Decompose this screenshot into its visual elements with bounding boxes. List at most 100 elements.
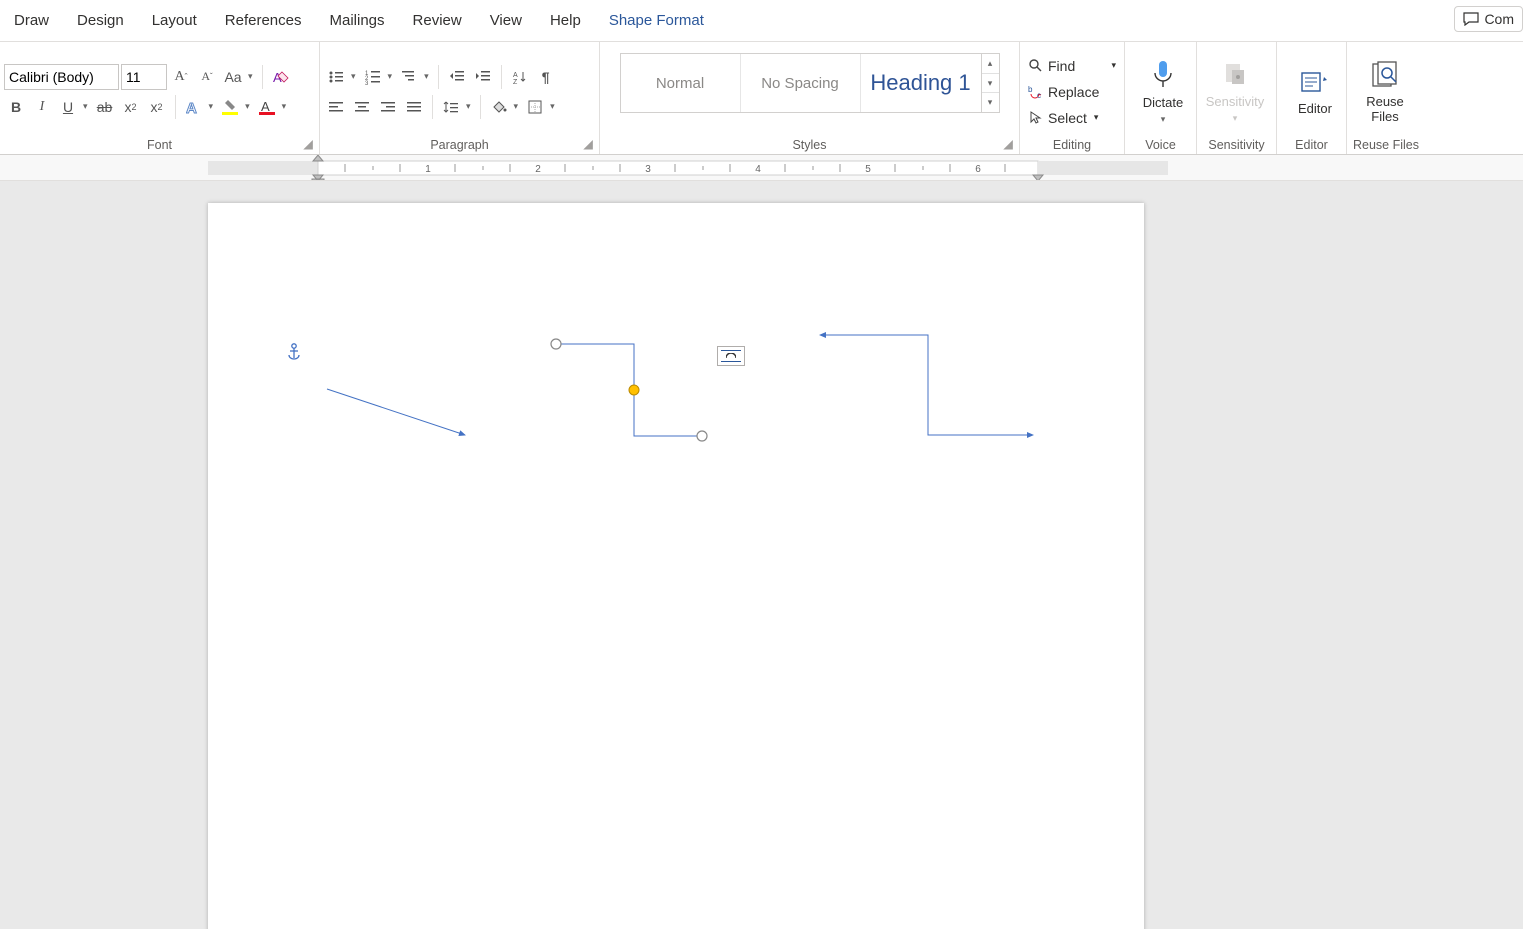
anchor-icon (286, 343, 302, 361)
style-normal[interactable]: Normal (621, 54, 741, 112)
svg-text:1: 1 (425, 164, 431, 175)
align-left-icon (328, 99, 344, 115)
shrink-font-button[interactable]: Aˇ (195, 64, 219, 90)
underline-button[interactable]: U▾ (56, 94, 91, 120)
highlight-button[interactable]: ▾ (218, 94, 253, 120)
clear-formatting-button[interactable]: A (269, 64, 293, 90)
numbering-icon: 123 (365, 69, 381, 85)
dictate-button[interactable]: Dictate ▾ (1129, 47, 1197, 136)
font-color-button[interactable]: A▾ (255, 94, 290, 120)
style-no-spacing[interactable]: No Spacing (741, 54, 861, 112)
horizontal-ruler[interactable]: 1 2 3 4 5 6 (208, 155, 1168, 181)
text-effects-icon: A (186, 99, 202, 115)
replace-button[interactable]: bc Replace (1024, 80, 1120, 104)
align-center-icon (354, 99, 370, 115)
comments-label: Com (1484, 11, 1514, 27)
select-button[interactable]: Select▾ (1024, 106, 1120, 130)
sort-button[interactable]: AZ (508, 64, 532, 90)
ribbon: Aˆ Aˇ Aa▾ A B I U▾ ab x2 x2 A▾ ▾ A▾ (0, 42, 1523, 155)
styles-gallery: Normal No Spacing Heading 1 (620, 53, 982, 113)
find-button[interactable]: Find▾ (1024, 54, 1120, 78)
styles-scroll-up[interactable]: ▴ (982, 54, 999, 74)
sensitivity-icon (1220, 60, 1250, 90)
reuse-icon (1369, 60, 1401, 90)
handle-adjust[interactable] (629, 385, 639, 395)
styles-launcher[interactable]: ◢ (1001, 136, 1015, 150)
tab-draw[interactable]: Draw (0, 8, 63, 33)
document-area[interactable] (0, 181, 1523, 929)
paragraph-launcher[interactable]: ◢ (581, 136, 595, 150)
grow-font-button[interactable]: Aˆ (169, 64, 193, 90)
shape-elbow-connector-selected[interactable] (544, 336, 714, 446)
comments-button[interactable]: Com (1454, 6, 1523, 32)
line-spacing-button[interactable]: ▾ (439, 94, 474, 120)
shape-straight-arrow[interactable] (323, 385, 473, 445)
svg-text:3: 3 (645, 164, 651, 175)
multilevel-button[interactable]: ▾ (397, 64, 432, 90)
justify-icon (406, 99, 422, 115)
microphone-icon (1150, 59, 1176, 91)
italic-button[interactable]: I (30, 94, 54, 120)
svg-text:4: 4 (755, 164, 761, 175)
group-editing: Find▾ bc Replace Select▾ Editing (1020, 42, 1125, 154)
group-styles: Normal No Spacing Heading 1 ▴ ▾ ▾ Styles… (600, 42, 1020, 154)
menu-tabs-bar: Draw Design Layout References Mailings R… (0, 0, 1523, 42)
multilevel-icon (401, 69, 417, 85)
font-size-combo[interactable] (121, 64, 167, 90)
page-1[interactable] (208, 203, 1144, 929)
font-name-combo[interactable] (4, 64, 119, 90)
group-font: Aˆ Aˇ Aa▾ A B I U▾ ab x2 x2 A▾ ▾ A▾ (0, 42, 320, 154)
group-voice: Dictate ▾ Voice (1125, 42, 1197, 154)
superscript-button[interactable]: x2 (145, 94, 169, 120)
justify-button[interactable] (402, 94, 426, 120)
font-launcher[interactable]: ◢ (301, 136, 315, 150)
svg-text:b: b (1028, 85, 1033, 94)
cursor-icon (1028, 110, 1043, 125)
strikethrough-button[interactable]: ab (93, 94, 117, 120)
svg-text:6: 6 (975, 164, 981, 175)
handle-end[interactable] (697, 431, 707, 441)
increase-indent-button[interactable] (471, 64, 495, 90)
bullets-button[interactable]: ▾ (324, 64, 359, 90)
reuse-files-button[interactable]: Reuse Files (1351, 47, 1419, 136)
indent-icon (475, 69, 491, 85)
group-reuse: Reuse Files Reuse Files (1347, 42, 1425, 154)
numbering-button[interactable]: 123▾ (361, 64, 396, 90)
text-effects-button[interactable]: A▾ (182, 94, 217, 120)
reuse-group-label: Reuse Files (1353, 138, 1419, 152)
styles-scroll-down[interactable]: ▾ (982, 74, 999, 94)
highlighter-icon (221, 98, 239, 116)
editor-button[interactable]: Editor (1281, 47, 1349, 136)
borders-button[interactable]: ▾ (523, 94, 558, 120)
tab-mailings[interactable]: Mailings (315, 8, 398, 33)
layout-options-button[interactable] (717, 346, 745, 366)
show-marks-button[interactable]: ¶ (534, 64, 558, 90)
tab-layout[interactable]: Layout (138, 8, 211, 33)
ruler-bar: 1 2 3 4 5 6 (0, 155, 1523, 181)
tab-references[interactable]: References (211, 8, 316, 33)
style-heading-1[interactable]: Heading 1 (861, 54, 981, 112)
align-center-button[interactable] (350, 94, 374, 120)
decrease-indent-button[interactable] (445, 64, 469, 90)
line-spacing-icon (443, 99, 459, 115)
align-right-button[interactable] (376, 94, 400, 120)
styles-expand[interactable]: ▾ (982, 93, 999, 112)
tab-help[interactable]: Help (536, 8, 595, 33)
tab-design[interactable]: Design (63, 8, 138, 33)
subscript-button[interactable]: x2 (119, 94, 143, 120)
bold-button[interactable]: B (4, 94, 28, 120)
svg-text:Z: Z (513, 79, 518, 85)
shading-button[interactable]: ▾ (487, 94, 522, 120)
change-case-button[interactable]: Aa▾ (221, 64, 256, 90)
tab-shape-format[interactable]: Shape Format (595, 8, 718, 33)
tab-view[interactable]: View (476, 8, 536, 33)
align-left-button[interactable] (324, 94, 348, 120)
font-group-label: Font (147, 138, 172, 152)
tab-review[interactable]: Review (399, 8, 476, 33)
shape-elbow-double-arrow[interactable] (808, 327, 1048, 447)
svg-text:2: 2 (535, 164, 541, 175)
bullets-icon (328, 69, 344, 85)
handle-start[interactable] (551, 339, 561, 349)
paragraph-group-label: Paragraph (430, 138, 488, 152)
comment-icon (1463, 12, 1479, 26)
